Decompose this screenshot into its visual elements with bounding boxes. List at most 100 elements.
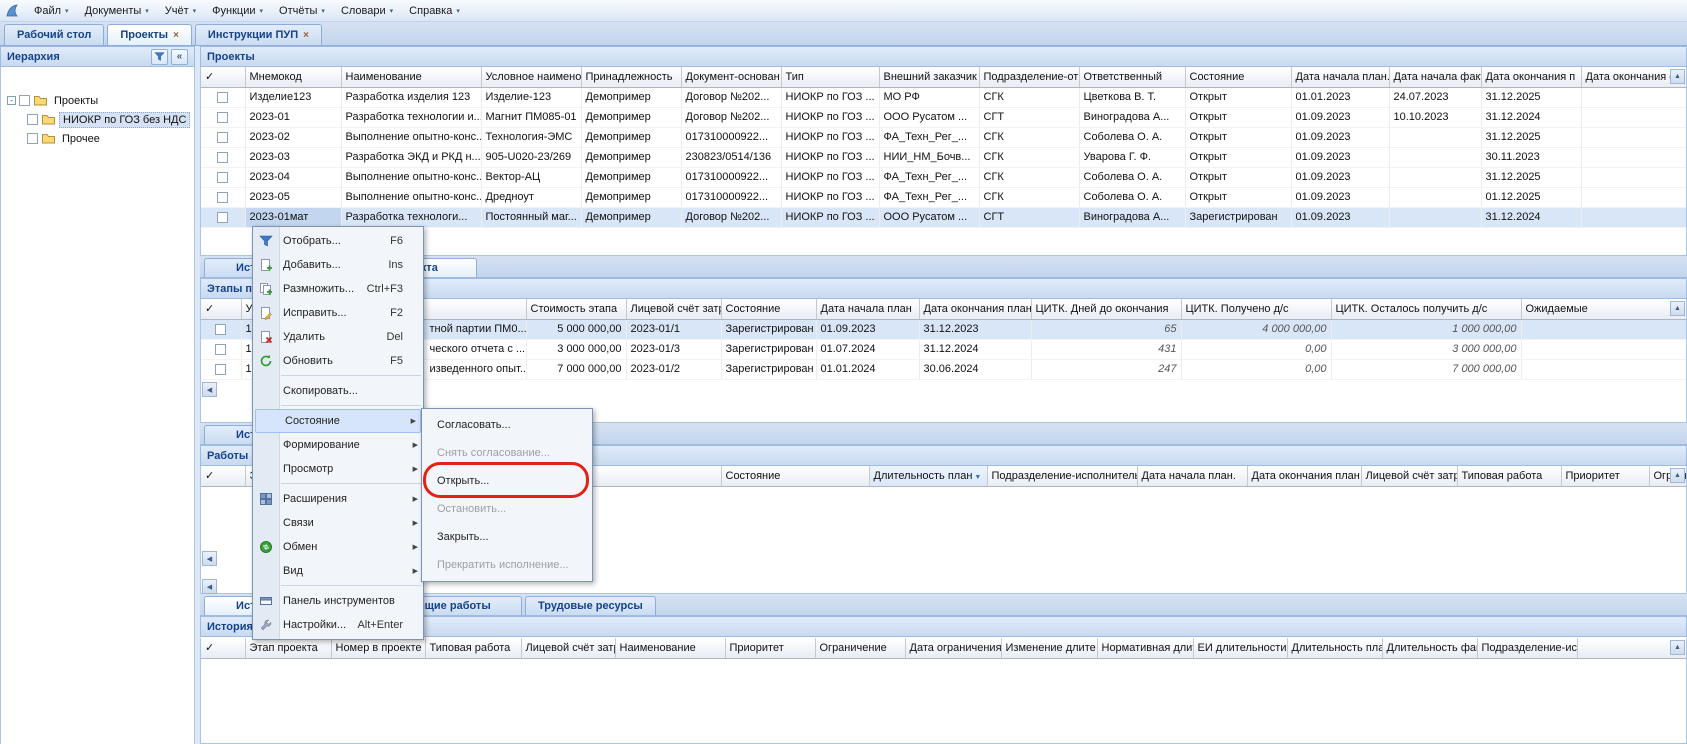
menu-item-19[interactable]: Настройки...Alt+Enter xyxy=(253,613,423,637)
column-header-7[interactable]: Внешний заказчик xyxy=(879,67,979,87)
tree-checkbox[interactable] xyxy=(19,95,30,106)
column-header-0[interactable]: ✓ xyxy=(201,299,241,319)
menubar-item-2[interactable]: Учёт▾ xyxy=(157,3,204,19)
menu-item-14[interactable]: Связи▶ xyxy=(253,511,423,535)
column-header-7[interactable]: Ограничение xyxy=(815,638,905,658)
row-checkbox[interactable] xyxy=(215,344,226,355)
menu-item-1[interactable]: Добавить...Ins xyxy=(253,253,423,277)
menu-item-4[interactable]: Закрыть... xyxy=(422,523,592,551)
tree-item-2[interactable]: Прочее xyxy=(1,129,194,148)
tree-item-1[interactable]: НИОКР по ГОЗ без НДС xyxy=(1,110,194,129)
column-header-0[interactable]: ✓ xyxy=(201,466,245,486)
column-header-4[interactable]: Лицевой счёт затрат xyxy=(626,299,721,319)
panel-scroll-left-button[interactable]: ◀ xyxy=(202,579,217,594)
stages-scroll-left-button[interactable]: ◀ xyxy=(202,382,217,397)
column-header-10[interactable]: Приоритет xyxy=(1561,466,1649,486)
menu-item-10[interactable]: Формирование▶ xyxy=(253,433,423,457)
tab-1[interactable]: Проекты× xyxy=(107,24,192,45)
row-checkbox[interactable] xyxy=(217,132,228,143)
column-header-9[interactable]: Ответственный xyxy=(1079,67,1185,87)
column-header-4[interactable]: Принадлежность xyxy=(581,67,681,87)
column-header-10[interactable]: Нормативная длит xyxy=(1097,638,1193,658)
table-row[interactable]: 2023-05Выполнение опытно-конс...Дредноут… xyxy=(201,187,1687,207)
column-header-6[interactable]: Приоритет xyxy=(725,638,815,658)
table-row[interactable]: 2023-01Разработка технологии и...Магнит … xyxy=(201,107,1687,127)
column-header-9[interactable]: Изменение длите xyxy=(1001,638,1097,658)
row-checkbox[interactable] xyxy=(217,172,228,183)
works-scroll-up-button[interactable]: ▲ xyxy=(1670,468,1685,483)
menu-item-13[interactable]: Расширения▶ xyxy=(253,487,423,511)
menu-item-7[interactable]: Скопировать... xyxy=(253,379,423,403)
column-header-3[interactable]: Состояние xyxy=(721,466,869,486)
menubar-item-0[interactable]: Файл▾ xyxy=(26,3,77,19)
tree-checkbox[interactable] xyxy=(27,133,38,144)
projects-scroll-up-button[interactable]: ▲ xyxy=(1670,69,1685,84)
column-header-12[interactable]: Дата начала факт xyxy=(1389,67,1481,87)
column-header-11[interactable]: Ожидаемые xyxy=(1521,299,1687,319)
table-row[interactable]: 2023-04Выполнение опытно-конс...Вектор-А… xyxy=(201,167,1687,187)
menu-item-15[interactable]: Обмен▶ xyxy=(253,535,423,559)
row-checkbox[interactable] xyxy=(217,192,228,203)
column-header-5[interactable]: Документ-основан xyxy=(681,67,781,87)
column-header-7[interactable]: Дата окончания план xyxy=(1247,466,1361,486)
column-header-11[interactable]: ЕИ длительности xyxy=(1193,638,1287,658)
table-row[interactable]: 2023-01матРазработка технологи...Постоян… xyxy=(201,207,1687,227)
menu-item-2[interactable]: Размножить...Ctrl+F3 xyxy=(253,277,423,301)
column-header-6[interactable]: Дата начала план. xyxy=(1137,466,1247,486)
table-row[interactable]: Изделие123Разработка изделия 123Изделие-… xyxy=(201,87,1687,107)
row-checkbox[interactable] xyxy=(217,152,228,163)
menu-item-4[interactable]: УдалитьDel xyxy=(253,325,423,349)
column-header-4[interactable]: Длительность план▼ xyxy=(869,466,987,486)
tab-2[interactable]: Инструкции ПУП× xyxy=(195,24,322,45)
column-header-0[interactable]: ✓ xyxy=(201,638,245,658)
column-header-6[interactable]: Тип xyxy=(781,67,879,87)
stages-scroll-up-button[interactable]: ▲ xyxy=(1670,301,1685,316)
row-checkbox[interactable] xyxy=(217,92,228,103)
tree-checkbox[interactable] xyxy=(27,114,38,125)
column-header-1[interactable]: Мнемокод xyxy=(245,67,341,87)
column-header-10[interactable]: ЦИТК. Осталось получить д/с xyxy=(1331,299,1521,319)
tab-close-icon[interactable]: × xyxy=(173,30,179,41)
menu-item-0[interactable]: Отобрать...F6 xyxy=(253,229,423,253)
column-header-9[interactable]: Типовая работа xyxy=(1457,466,1561,486)
menubar-item-1[interactable]: Документы▾ xyxy=(77,3,157,19)
column-header-9[interactable]: ЦИТК. Получено д/с xyxy=(1181,299,1331,319)
menu-item-16[interactable]: Вид▶ xyxy=(253,559,423,583)
table-row[interactable]: 2023-02Выполнение опытно-конс...Технолог… xyxy=(201,127,1687,147)
menubar-item-5[interactable]: Словари▾ xyxy=(333,3,401,19)
tree-expander-icon[interactable]: - xyxy=(7,96,16,105)
column-header-7[interactable]: Дата окончания план xyxy=(919,299,1031,319)
column-header-0[interactable]: ✓ xyxy=(201,67,245,87)
column-header-5[interactable]: Наименование xyxy=(615,638,725,658)
column-header-13[interactable]: Дата окончания п xyxy=(1481,67,1581,87)
menubar-item-3[interactable]: Функции▾ xyxy=(204,3,271,19)
column-header-14[interactable]: Подразделение-ис xyxy=(1477,638,1577,658)
works-scroll-left-button[interactable]: ◀ xyxy=(202,551,217,566)
column-header-1[interactable]: Этап проекта xyxy=(245,638,331,658)
column-header-2[interactable]: Наименование xyxy=(341,67,481,87)
column-header-8[interactable]: ЦИТК. Дней до окончания xyxy=(1031,299,1181,319)
column-header-2[interactable]: Номер в проекте xyxy=(331,638,425,658)
hierarchy-filter-button[interactable] xyxy=(151,49,168,65)
tab-close-icon[interactable]: × xyxy=(303,30,309,41)
menu-item-2[interactable]: Открыть... xyxy=(422,467,592,495)
column-header-8[interactable]: Лицевой счёт затр xyxy=(1361,466,1457,486)
menubar-item-6[interactable]: Справка▾ xyxy=(401,3,468,19)
table-row[interactable]: 2023-03Разработка ЭКД и РКД н...905-U020… xyxy=(201,147,1687,167)
history-scroll-up-button[interactable]: ▲ xyxy=(1670,640,1685,655)
row-checkbox[interactable] xyxy=(217,112,228,123)
menu-item-5[interactable]: ОбновитьF5 xyxy=(253,349,423,373)
column-header-6[interactable]: Дата начала план xyxy=(816,299,919,319)
row-checkbox[interactable] xyxy=(215,324,226,335)
column-header-13[interactable]: Длительность фак xyxy=(1382,638,1477,658)
column-header-11[interactable]: Дата начала план. xyxy=(1291,67,1389,87)
tab-0[interactable]: Рабочий стол xyxy=(4,24,104,45)
tab-2[interactable]: Трудовые ресурсы xyxy=(525,596,656,615)
column-header-5[interactable]: Состояние xyxy=(721,299,816,319)
column-header-12[interactable]: Длительность пла xyxy=(1287,638,1382,658)
column-header-3[interactable]: Стоимость этапа xyxy=(526,299,626,319)
column-header-3[interactable]: Типовая работа xyxy=(425,638,521,658)
column-header-8[interactable]: Дата ограничения xyxy=(905,638,1001,658)
menubar-item-4[interactable]: Отчёты▾ xyxy=(271,3,333,19)
column-header-4[interactable]: Лицевой счёт затр xyxy=(521,638,615,658)
